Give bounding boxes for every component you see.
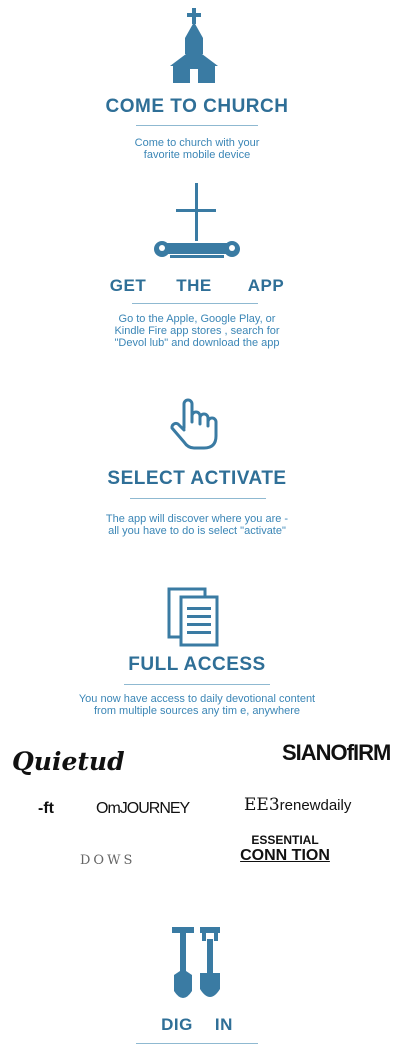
dig-in-divider (136, 1043, 258, 1044)
full-access-title: FULL ACCESS (128, 654, 266, 675)
get-the-app-word: THE (176, 276, 212, 295)
renewdaily-logo: EE3renewdaily (244, 795, 351, 815)
get-the-app-word: GET (109, 276, 147, 295)
select-activate-divider (130, 498, 266, 499)
come-to-church-title: COME TO CHURCH (105, 96, 289, 117)
dig-in-word: IN (214, 1015, 233, 1034)
dows-logo: DOWS (80, 853, 136, 868)
get-the-app-description: Go to the Apple, Google Play, or Kindle … (60, 313, 334, 349)
renewdaily-text: renewdaily (279, 797, 352, 814)
church-icon (166, 8, 222, 84)
essential-connection-logo: ESSENTIAL CONN TION (218, 833, 352, 865)
full-access-divider (124, 684, 270, 685)
full-access-description: You now have access to daily devotional … (20, 693, 374, 717)
dig-in-title: DIG IN (0, 1015, 394, 1035)
get-the-app-desc-line: Go to the Apple, Google Play, or (118, 313, 276, 325)
documents-icon (166, 586, 222, 648)
select-activate-description: The app will discover where you are - al… (60, 513, 334, 537)
renewdaily-mark: EE3 (244, 795, 280, 815)
come-to-church-desc-line: Come to church with your (134, 137, 260, 149)
omjourney-logo: OmJOURNEY (96, 800, 190, 817)
shovel-icon (170, 925, 224, 1009)
select-activate-title: SELECT ACTIVATE (107, 468, 287, 489)
select-activate-desc-line: all you have to do is select "activate" (108, 525, 286, 537)
dig-in-word: DIG (161, 1015, 193, 1034)
get-the-app-title: GET THE APP (0, 276, 394, 296)
get-the-app-divider (132, 303, 258, 304)
full-access-desc-line: You now have access to daily devotional … (78, 693, 316, 705)
sianofirm-logo: SIANOfIRM (282, 740, 391, 765)
cross-scroll-icon (150, 183, 242, 265)
essential-text: ESSENTIAL (251, 833, 319, 847)
get-the-app-desc-line: "Devol lub" and download the app (114, 337, 280, 349)
come-to-church-description: Come to church with your favorite mobile… (60, 137, 334, 161)
come-to-church-divider (136, 125, 258, 126)
conntion-text: CONN TION (240, 847, 330, 864)
get-the-app-word: APP (247, 276, 285, 295)
come-to-church-desc-line: favorite mobile device (143, 149, 251, 161)
full-access-desc-line: from multiple sources any tim e, anywher… (93, 705, 301, 717)
ft-logo: -ft (38, 800, 54, 817)
pointer-hand-icon (168, 398, 220, 450)
get-the-app-desc-line: Kindle Fire app stores , search for (114, 325, 280, 337)
quietud-logo: Quietud (12, 747, 125, 776)
select-activate-desc-line: The app will discover where you are - (105, 513, 289, 525)
